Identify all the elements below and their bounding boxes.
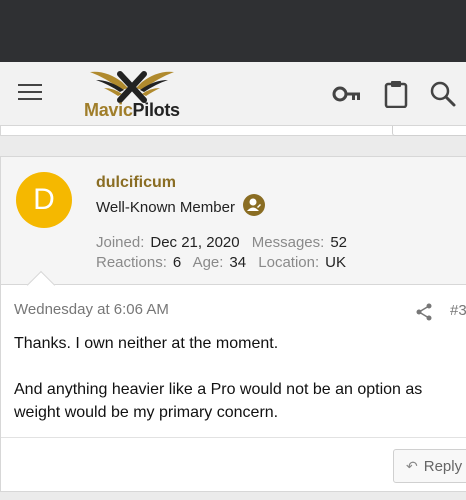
user-stats-row-2: Reactions: 6 Age: 34 Location: UK — [96, 254, 354, 271]
location-label: Location: — [258, 254, 320, 271]
post-divider — [1, 437, 466, 438]
user-stats-row-1: Joined: Dec 21, 2020 Messages: 52 — [96, 234, 355, 251]
reply-label: Reply — [423, 457, 463, 475]
age-value: 34 — [229, 254, 247, 271]
username-link[interactable]: dulcificum — [96, 174, 176, 192]
avatar[interactable]: D — [16, 172, 72, 228]
app-header: MavicPilots — [0, 62, 466, 126]
user-badge-icon — [243, 194, 265, 216]
post-paragraph: Thanks. I own neither at the moment. — [14, 335, 279, 352]
post-card: D dulcificum Well-Known Member Joined: De… — [0, 156, 466, 492]
post-paragraph: And anything heavier like a Pro would no… — [14, 381, 423, 421]
messages-value: 52 — [330, 234, 348, 251]
location-value: UK — [325, 254, 347, 271]
reply-button[interactable]: ↶ Reply — [393, 449, 466, 483]
status-bar — [0, 0, 466, 62]
messages-label: Messages: — [251, 234, 325, 251]
logo-text[interactable]: MavicPilots — [84, 100, 180, 121]
post-body: Thanks. I own neither at the moment. And… — [14, 332, 454, 447]
share-icon[interactable] — [414, 302, 434, 322]
previous-post-button-edge — [392, 126, 466, 136]
menu-icon[interactable] — [18, 84, 42, 102]
reactions-value: 6 — [172, 254, 182, 271]
clipboard-icon[interactable] — [381, 80, 411, 109]
search-icon[interactable] — [428, 80, 458, 108]
key-icon[interactable] — [332, 80, 362, 108]
post-number-link[interactable]: #3 — [450, 302, 466, 319]
joined-label: Joined: — [96, 234, 145, 251]
joined-value: Dec 21, 2020 — [150, 234, 240, 251]
user-info-block: D dulcificum Well-Known Member Joined: De… — [1, 157, 466, 285]
logo-text-pilots: Pilots — [132, 100, 181, 120]
logo-text-mavic: Mavic — [84, 100, 133, 120]
reply-icon: ↶ — [406, 457, 418, 474]
age-label: Age: — [192, 254, 224, 271]
post-date-link[interactable]: Wednesday at 6:06 AM — [14, 301, 169, 318]
user-title: Well-Known Member — [96, 199, 235, 216]
reactions-label: Reactions: — [96, 254, 167, 271]
